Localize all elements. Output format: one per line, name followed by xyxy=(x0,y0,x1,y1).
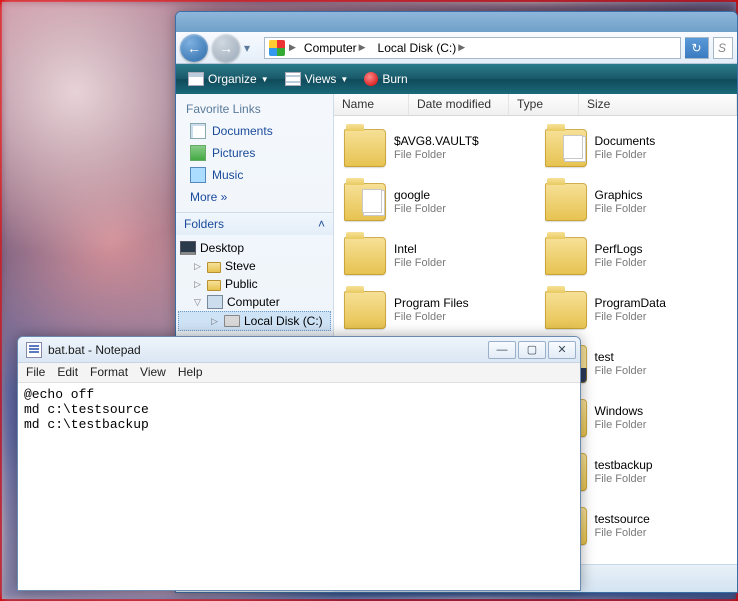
burn-icon xyxy=(364,72,378,86)
close-button[interactable]: ✕ xyxy=(548,341,576,359)
notepad-menu: File Edit Format View Help xyxy=(18,363,580,383)
col-date[interactable]: Date modified xyxy=(409,94,509,115)
pictures-icon xyxy=(190,145,206,161)
fav-more[interactable]: More » xyxy=(176,186,333,212)
explorer-nav-row: ← → ▾ ▶ Computer ▶ Local Disk (C:) ▶ ↻ S xyxy=(176,32,737,64)
drive-icon xyxy=(224,315,240,327)
folder-google[interactable]: googleFile Folder xyxy=(340,176,531,228)
burn-button[interactable]: Burn xyxy=(360,70,411,88)
chevron-right-icon: ▶ xyxy=(289,42,296,53)
close-icon: ✕ xyxy=(557,343,566,356)
folder-programdata[interactable]: ProgramDataFile Folder xyxy=(541,284,732,336)
menu-file[interactable]: File xyxy=(26,365,45,380)
folder-icon xyxy=(545,183,587,221)
folder-icon xyxy=(545,291,587,329)
folder-icon xyxy=(344,129,386,167)
folder-icon xyxy=(344,291,386,329)
breadcrumb-drive[interactable]: Local Disk (C:) ▶ xyxy=(374,41,470,55)
fav-music[interactable]: Music xyxy=(176,164,333,186)
folder-graphics[interactable]: GraphicsFile Folder xyxy=(541,176,732,228)
column-headers: Name Date modified Type Size xyxy=(334,94,737,116)
arrow-right-icon: → xyxy=(219,40,233,56)
fav-documents[interactable]: Documents xyxy=(176,120,333,142)
folder-program-files[interactable]: Program FilesFile Folder xyxy=(340,284,531,336)
address-bar[interactable]: ▶ Computer ▶ Local Disk (C:) ▶ xyxy=(264,37,681,59)
notepad-titlebar[interactable]: bat.bat - Notepad — ▢ ✕ xyxy=(18,337,580,363)
notepad-text-area[interactable]: @echo off md c:\testsource md c:\testbac… xyxy=(18,383,580,590)
chevron-right-icon: ▶ xyxy=(458,42,465,53)
maximize-icon: ▢ xyxy=(527,343,537,356)
folder-icon xyxy=(545,129,587,167)
folder-avg-vault[interactable]: $AVG8.VAULT$File Folder xyxy=(340,122,531,174)
organize-button[interactable]: Organize ▼ xyxy=(184,70,273,88)
notepad-title: bat.bat - Notepad xyxy=(48,343,141,357)
minimize-icon: — xyxy=(497,344,508,356)
recent-dropdown[interactable]: ▾ xyxy=(244,41,260,55)
explorer-toolbar: Organize ▼ Views ▼ Burn xyxy=(176,64,737,94)
user-folder-icon xyxy=(207,262,221,273)
documents-icon xyxy=(190,123,206,139)
menu-edit[interactable]: Edit xyxy=(57,365,78,380)
organize-icon xyxy=(188,72,204,86)
folder-icon xyxy=(545,237,587,275)
folder-perflogs[interactable]: PerfLogsFile Folder xyxy=(541,230,732,282)
menu-help[interactable]: Help xyxy=(178,365,203,380)
computer-icon xyxy=(207,295,223,309)
tree-computer[interactable]: ▽ Computer xyxy=(176,293,333,311)
refresh-icon: ↻ xyxy=(691,41,701,55)
views-icon xyxy=(285,72,301,86)
views-button[interactable]: Views ▼ xyxy=(281,70,353,88)
breadcrumb-computer[interactable]: Computer ▶ xyxy=(300,41,370,55)
tree-local-disk-c[interactable]: ▷ Local Disk (C:) xyxy=(178,311,331,331)
folder-icon xyxy=(207,280,221,291)
menu-view[interactable]: View xyxy=(140,365,166,380)
expander-icon[interactable]: ▷ xyxy=(194,261,203,272)
folder-documents[interactable]: DocumentsFile Folder xyxy=(541,122,732,174)
explorer-titlebar[interactable] xyxy=(176,12,737,32)
chevron-up-icon: ˄ xyxy=(318,217,325,231)
search-input[interactable]: S xyxy=(713,37,733,59)
fav-pictures[interactable]: Pictures xyxy=(176,142,333,164)
folders-panel-header[interactable]: Folders ˄ xyxy=(176,212,333,235)
folder-intel[interactable]: IntelFile Folder xyxy=(340,230,531,282)
expander-icon[interactable]: ▷ xyxy=(194,279,203,290)
expander-icon[interactable]: ▷ xyxy=(211,316,220,327)
folder-tree: Desktop ▷ Steve ▷ Public ▽ Computer xyxy=(176,235,333,335)
minimize-button[interactable]: — xyxy=(488,341,516,359)
notepad-window: bat.bat - Notepad — ▢ ✕ File Edit Format… xyxy=(17,336,581,591)
music-icon xyxy=(190,167,206,183)
col-size[interactable]: Size xyxy=(579,94,737,115)
tree-desktop[interactable]: Desktop xyxy=(176,239,333,257)
refresh-button[interactable]: ↻ xyxy=(685,37,709,59)
expander-icon[interactable]: ▽ xyxy=(194,297,203,308)
chevron-down-icon: ▼ xyxy=(340,75,348,84)
windows-icon xyxy=(269,40,285,56)
col-name[interactable]: Name xyxy=(334,94,409,115)
tree-steve[interactable]: ▷ Steve xyxy=(176,257,333,275)
chevron-right-icon: ▶ xyxy=(359,42,366,53)
folder-icon xyxy=(344,183,386,221)
back-button[interactable]: ← xyxy=(180,34,208,62)
favorite-links-header: Favorite Links xyxy=(176,94,333,120)
desktop-icon xyxy=(180,241,196,255)
menu-format[interactable]: Format xyxy=(90,365,128,380)
notepad-icon xyxy=(26,342,42,358)
forward-button[interactable]: → xyxy=(212,34,240,62)
maximize-button[interactable]: ▢ xyxy=(518,341,546,359)
arrow-left-icon: ← xyxy=(187,40,201,56)
col-type[interactable]: Type xyxy=(509,94,579,115)
chevron-down-icon: ▼ xyxy=(261,75,269,84)
tree-public[interactable]: ▷ Public xyxy=(176,275,333,293)
folder-icon xyxy=(344,237,386,275)
